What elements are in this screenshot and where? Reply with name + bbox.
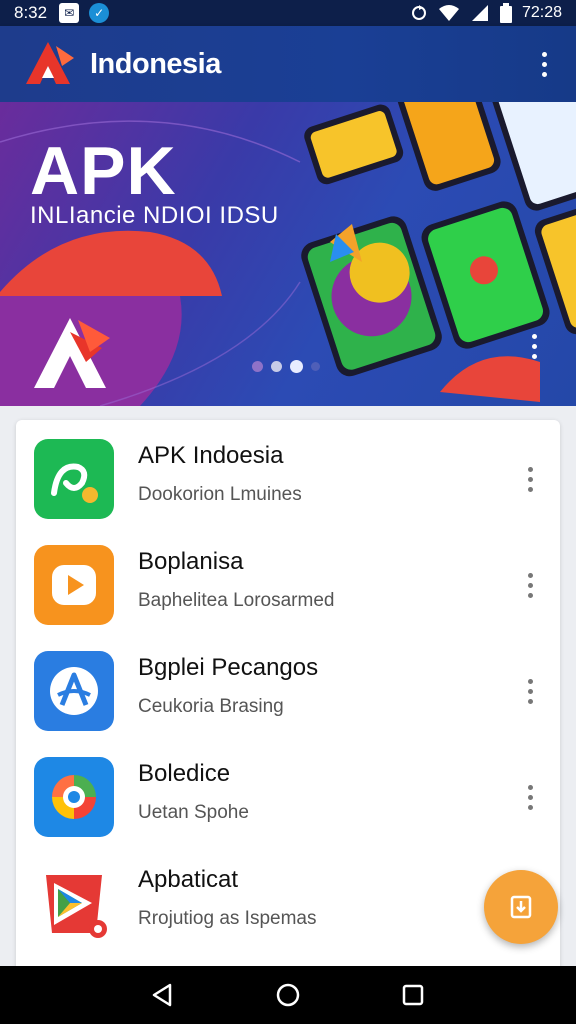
list-item[interactable]: APK Indoesia Dookorion Lmuines [16,426,560,532]
home-button[interactable] [268,975,308,1015]
video-play-app-icon [34,545,114,625]
back-icon [152,983,171,1007]
download-icon [510,895,532,919]
list-item[interactable]: Boplanisa Baphelitea Lorosarmed [16,532,560,638]
letter-a-app-icon [34,651,114,731]
list-item[interactable]: Boledice Uetan Spohe [16,744,560,850]
banner-tagline: INLIancie NDIOI IDSU [30,202,279,229]
carousel-dot[interactable] [271,361,282,372]
app-name: APK Indoesia [138,442,284,469]
app-subtitle: Baphelitea Lorosarmed [138,590,335,611]
signal-icon [471,5,488,21]
item-more-icon[interactable] [518,779,542,815]
list-item[interactable]: Bgplei Pecangos Ceukoria Brasing [16,638,560,744]
item-more-icon[interactable] [518,673,542,709]
app-name: Apbaticat [138,866,239,893]
recents-icon [403,984,424,1006]
app-list: APK Indoesia Dookorion Lmuines Boplanisa… [16,420,560,980]
item-more-icon[interactable] [518,567,542,603]
location-app-icon [34,439,114,519]
status-time: 8:32 [14,3,48,22]
banner-more-icon[interactable] [522,328,546,364]
home-icon [276,983,300,1007]
banner-headline: APK [30,133,177,209]
app-bar: Indonesia [0,26,576,102]
featured-banner[interactable]: APK INLIancie NDIOI IDSU [0,102,576,406]
carousel-dot[interactable] [311,362,320,371]
play-store-app-icon [34,863,114,943]
download-fab-button[interactable] [484,870,558,944]
item-more-icon[interactable] [518,461,542,497]
app-name: Boledice [138,760,231,787]
back-button[interactable] [143,975,183,1015]
app-name: Boplanisa [138,548,244,575]
list-item[interactable]: Apbaticat Rrojutiog as Ispemas [16,850,560,956]
carousel-indicator[interactable] [252,360,320,373]
carousel-dot[interactable] [252,361,263,372]
banner-logo-icon [34,318,110,388]
sync-icon [411,5,426,20]
wifi-icon [438,5,459,21]
app-subtitle: Uetan Spohe [138,802,249,823]
system-nav-bar [0,966,576,1024]
carousel-dot-active[interactable] [290,360,303,373]
app-logo-icon [26,42,74,84]
app-notification-icon: ✓ [89,3,110,23]
app-name: Bgplei Pecangos [138,654,319,681]
more-vert-icon[interactable] [532,46,556,82]
app-subtitle: Rrojutiog as Ispemas [138,908,317,929]
app-subtitle: Ceukoria Brasing [138,696,284,717]
app-subtitle: Dookorion Lmuines [138,484,302,505]
status-right-text: 72:28 [521,4,562,21]
message-icon: ✉ [59,3,80,23]
recents-button[interactable] [393,975,433,1015]
status-bar: 8:32 ✉ ✓ 72:28 [0,0,576,26]
app-title: Indonesia [90,47,221,80]
battery-icon [499,3,512,23]
colorful-circle-app-icon [34,757,114,837]
